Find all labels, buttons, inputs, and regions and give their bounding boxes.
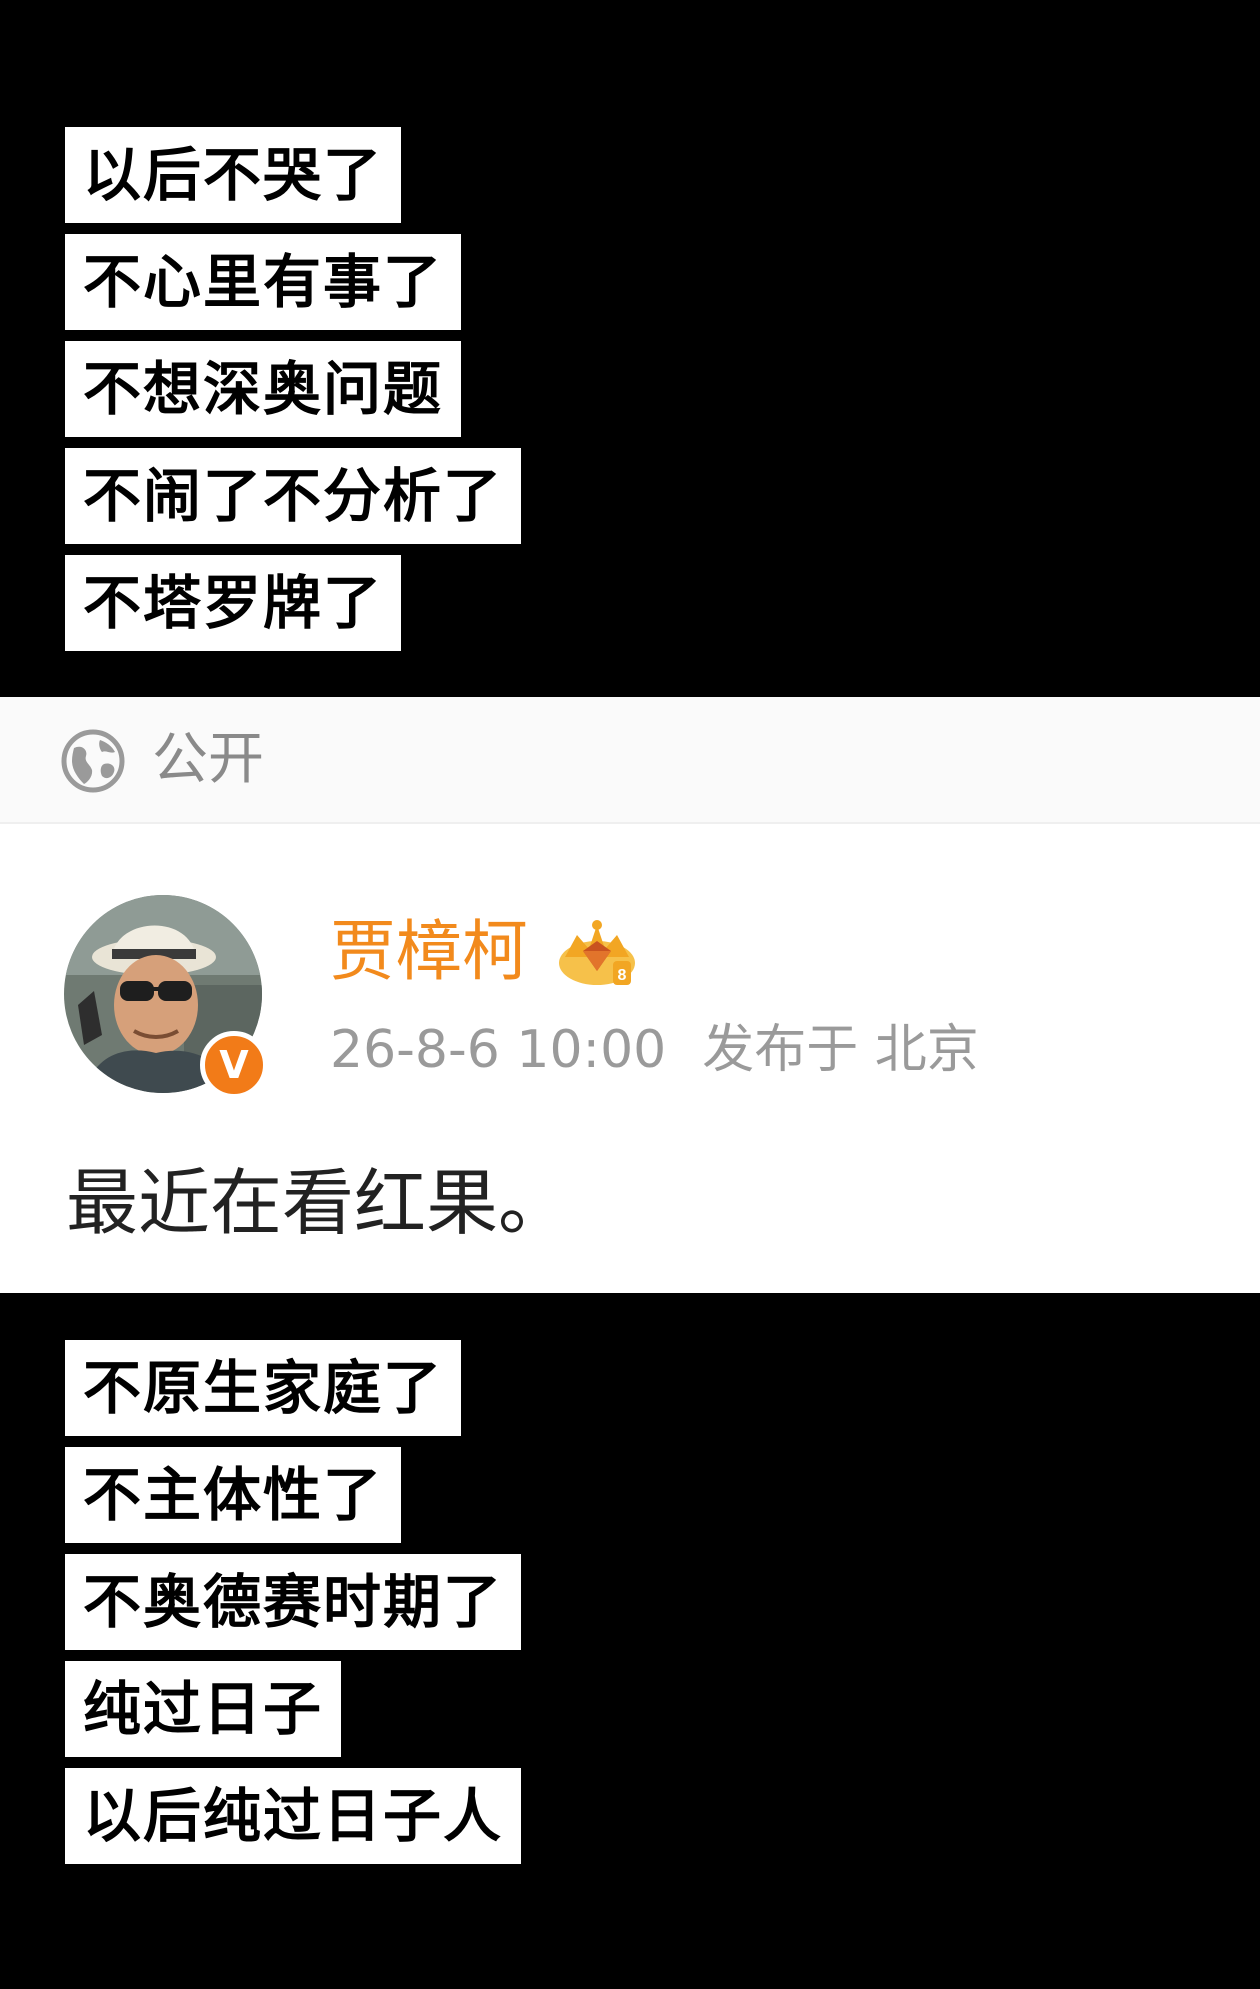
author-name[interactable]: 贾樟柯 [330,909,528,995]
post-timestamp: 26-8-6 10:00 [330,1020,667,1080]
visibility-label: 公开 [152,727,264,792]
caption-line: 不想深奥问题 [65,341,462,437]
svg-text:8: 8 [618,967,627,984]
caption-line: 纯过日子 [65,1661,342,1757]
post-text: 最近在看红果。 [66,1161,571,1245]
crown-badge-icon[interactable]: 8 [555,917,639,991]
post-location: 发布于 北京 [702,1020,979,1080]
caption-line: 不原生家庭了 [65,1340,462,1436]
caption-line: 以后纯过日子人 [65,1768,522,1864]
verified-badge: V [200,1031,268,1099]
caption-line: 不心里有事了 [65,234,462,330]
globe-icon [61,729,125,793]
caption-line: 不主体性了 [65,1447,402,1543]
caption-line: 以后不哭了 [65,127,402,223]
weibo-post-card: 公开 V 贾樟柯 8 26-8-6 10:00 发布于 北京 最近在看红果。 [0,697,1260,1293]
top-caption-block: 以后不哭了 不心里有事了 不想深奥问题 不闹了不分析了 不塔罗牌了 [0,0,1260,697]
visibility-row[interactable]: 公开 [0,697,1260,824]
caption-line: 不闹了不分析了 [65,448,522,544]
post-meta: 26-8-6 10:00 发布于 北京 [330,1015,979,1085]
bottom-caption-list: 不原生家庭了 不主体性了 不奥德赛时期了 纯过日子 以后纯过日子人 [65,1340,522,1875]
caption-line: 不塔罗牌了 [65,555,402,651]
bottom-caption-block: 不原生家庭了 不主体性了 不奥德赛时期了 纯过日子 以后纯过日子人 [0,1293,1260,1989]
caption-line: 不奥德赛时期了 [65,1554,522,1650]
top-caption-list: 以后不哭了 不心里有事了 不想深奥问题 不闹了不分析了 不塔罗牌了 [65,127,522,662]
